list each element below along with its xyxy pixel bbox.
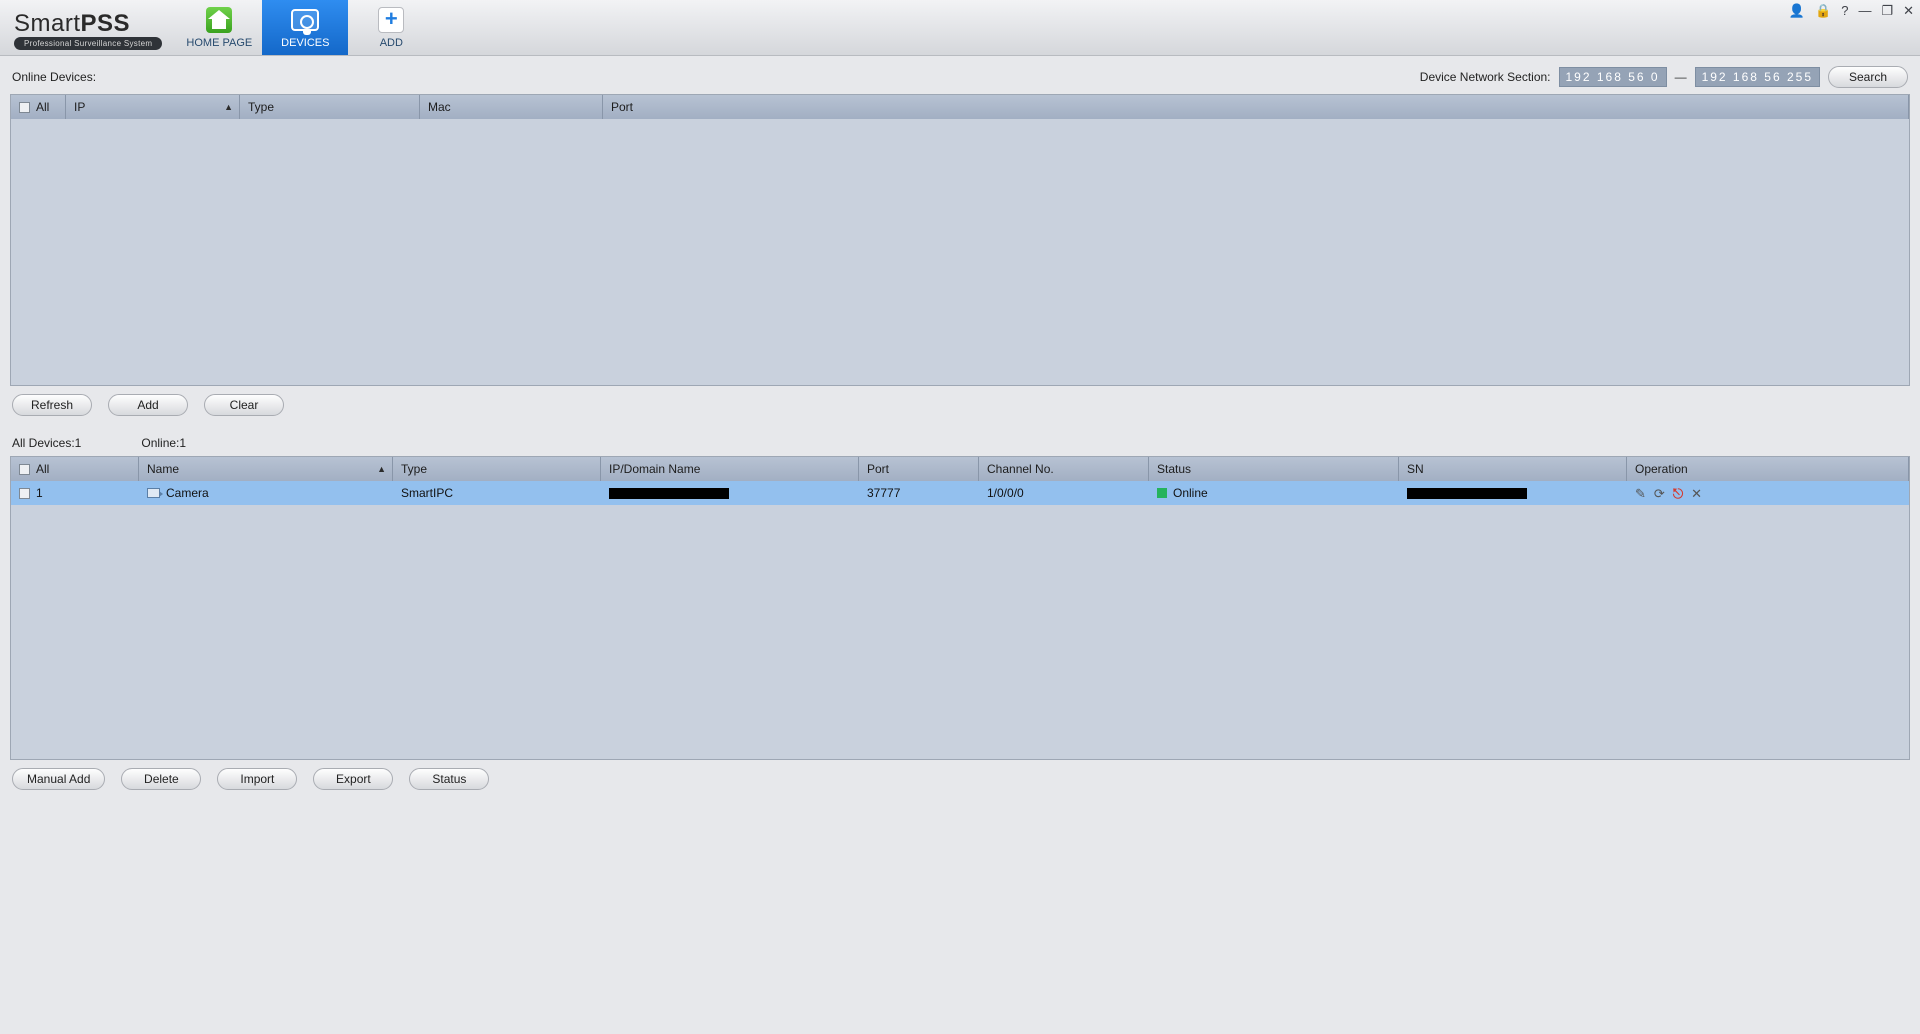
tab-add[interactable]: + ADD <box>348 0 434 55</box>
col2-port-label: Port <box>867 462 889 476</box>
status-button[interactable]: Status <box>409 768 489 790</box>
col-port-label: Port <box>611 100 633 114</box>
app-subtitle: Professional Surveillance System <box>14 37 162 50</box>
tab-home-label: HOME PAGE <box>186 37 252 49</box>
row-operation-icons: ✎ ⟳ ⎋ ✕ <box>1635 487 1702 500</box>
all-devices-count: All Devices:1 <box>12 436 81 450</box>
online-devices-label: Online Devices: <box>12 70 96 84</box>
sort-asc-icon: ▲ <box>224 102 233 112</box>
row-ip-domain <box>609 488 729 499</box>
network-section: Device Network Section: 192 168 56 0 — 1… <box>1420 66 1908 88</box>
status-indicator-icon <box>1157 488 1167 498</box>
col2-sn[interactable]: SN <box>1399 457 1627 481</box>
tab-devices[interactable]: DEVICES <box>262 0 348 55</box>
clear-button[interactable]: Clear <box>204 394 284 416</box>
row-index: 1 <box>36 486 43 500</box>
col-mac-label: Mac <box>428 100 451 114</box>
col-mac[interactable]: Mac <box>420 95 603 119</box>
col2-sn-label: SN <box>1407 462 1424 476</box>
all-table-body: 1 Camera SmartIPC 37777 1/0/0/0 Online ✎… <box>11 481 1909 759</box>
manual-add-button[interactable]: Manual Add <box>12 768 105 790</box>
online-devices-panel: All IP ▲ Type Mac Port <box>10 94 1910 386</box>
close-icon[interactable]: ✕ <box>1903 4 1914 17</box>
all-table-header: All Name ▲ Type IP/Domain Name Port Chan… <box>11 457 1909 481</box>
checkbox-all-online[interactable] <box>19 102 30 113</box>
col2-channel[interactable]: Channel No. <box>979 457 1149 481</box>
row-status: Online <box>1173 486 1208 500</box>
col2-ip-domain[interactable]: IP/Domain Name <box>601 457 859 481</box>
all-devices-panel: All Name ▲ Type IP/Domain Name Port Chan… <box>10 456 1910 760</box>
col2-chn-label: Channel No. <box>987 462 1054 476</box>
minimize-icon[interactable]: — <box>1858 4 1871 17</box>
refresh-button[interactable]: Refresh <box>12 394 92 416</box>
home-icon <box>204 7 234 33</box>
delete-icon[interactable]: ✕ <box>1691 487 1702 500</box>
user-icon[interactable]: 👤 <box>1789 4 1805 17</box>
device-counts: All Devices:1 Online:1 <box>0 418 1920 456</box>
row-name: Camera <box>166 486 209 500</box>
online-action-row: Refresh Add Clear <box>0 386 1920 418</box>
col2-status-label: Status <box>1157 462 1191 476</box>
tab-home[interactable]: HOME PAGE <box>176 0 262 55</box>
bottom-action-row: Manual Add Delete Import Export Status <box>0 760 1920 798</box>
checkbox-all-devices[interactable] <box>19 464 30 475</box>
app-title-a: Smart <box>14 10 81 37</box>
tab-add-label: ADD <box>380 37 403 49</box>
help-icon[interactable]: ? <box>1841 4 1848 17</box>
edit-icon[interactable]: ✎ <box>1635 487 1646 500</box>
col2-ipd-label: IP/Domain Name <box>609 462 700 476</box>
network-section-label: Device Network Section: <box>1420 70 1551 84</box>
import-button[interactable]: Import <box>217 768 297 790</box>
row-channel: 1/0/0/0 <box>987 486 1024 500</box>
refresh-icon[interactable]: ⟳ <box>1654 487 1665 500</box>
col2-type-label: Type <box>401 462 427 476</box>
ip-from-input[interactable]: 192 168 56 0 <box>1559 67 1667 87</box>
sort-asc-icon: ▲ <box>377 464 386 474</box>
tab-devices-label: DEVICES <box>281 37 329 49</box>
col-all-label: All <box>36 100 49 114</box>
col2-port[interactable]: Port <box>859 457 979 481</box>
col2-all-label: All <box>36 462 49 476</box>
devices-icon <box>290 7 320 33</box>
col2-op-label: Operation <box>1635 462 1688 476</box>
col-type[interactable]: Type <box>240 95 420 119</box>
add-button[interactable]: Add <box>108 394 188 416</box>
title-bar: SmartPSS Professional Surveillance Syste… <box>0 0 1920 56</box>
table-row[interactable]: 1 Camera SmartIPC 37777 1/0/0/0 Online ✎… <box>11 481 1909 505</box>
row-checkbox[interactable] <box>19 488 30 499</box>
export-button[interactable]: Export <box>313 768 393 790</box>
col-type-label: Type <box>248 100 274 114</box>
maximize-icon[interactable]: ❐ <box>1881 4 1893 17</box>
col-ip[interactable]: IP ▲ <box>66 95 240 119</box>
online-table-body <box>11 119 1909 385</box>
window-controls: 👤 🔒 ? — ❐ ✕ <box>1789 4 1914 17</box>
online-header: Online Devices: Device Network Section: … <box>0 56 1920 94</box>
main-tabs: HOME PAGE DEVICES + ADD <box>176 0 434 55</box>
col-port[interactable]: Port <box>603 95 1909 119</box>
col2-status[interactable]: Status <box>1149 457 1399 481</box>
col2-name[interactable]: Name ▲ <box>139 457 393 481</box>
row-type: SmartIPC <box>401 486 453 500</box>
col2-all-checkbox[interactable]: All <box>11 457 139 481</box>
logout-icon[interactable]: ⎋ <box>1673 487 1683 500</box>
online-count: Online:1 <box>141 436 186 450</box>
row-port: 37777 <box>867 486 900 500</box>
col2-type[interactable]: Type <box>393 457 601 481</box>
col2-name-label: Name <box>147 462 179 476</box>
col-ip-label: IP <box>74 100 85 114</box>
delete-button[interactable]: Delete <box>121 768 201 790</box>
search-button[interactable]: Search <box>1828 66 1908 88</box>
online-table-header: All IP ▲ Type Mac Port <box>11 95 1909 119</box>
row-sn <box>1407 488 1527 499</box>
camera-icon <box>147 488 160 498</box>
lock-icon[interactable]: 🔒 <box>1815 4 1831 17</box>
ip-range-dash: — <box>1675 70 1687 84</box>
col2-operation[interactable]: Operation <box>1627 457 1909 481</box>
add-icon: + <box>376 7 406 33</box>
app-title-b: PSS <box>81 10 131 37</box>
col-all-checkbox[interactable]: All <box>11 95 66 119</box>
app-title: SmartPSS <box>14 10 162 38</box>
ip-to-input[interactable]: 192 168 56 255 <box>1695 67 1820 87</box>
app-logo: SmartPSS Professional Surveillance Syste… <box>0 0 176 55</box>
